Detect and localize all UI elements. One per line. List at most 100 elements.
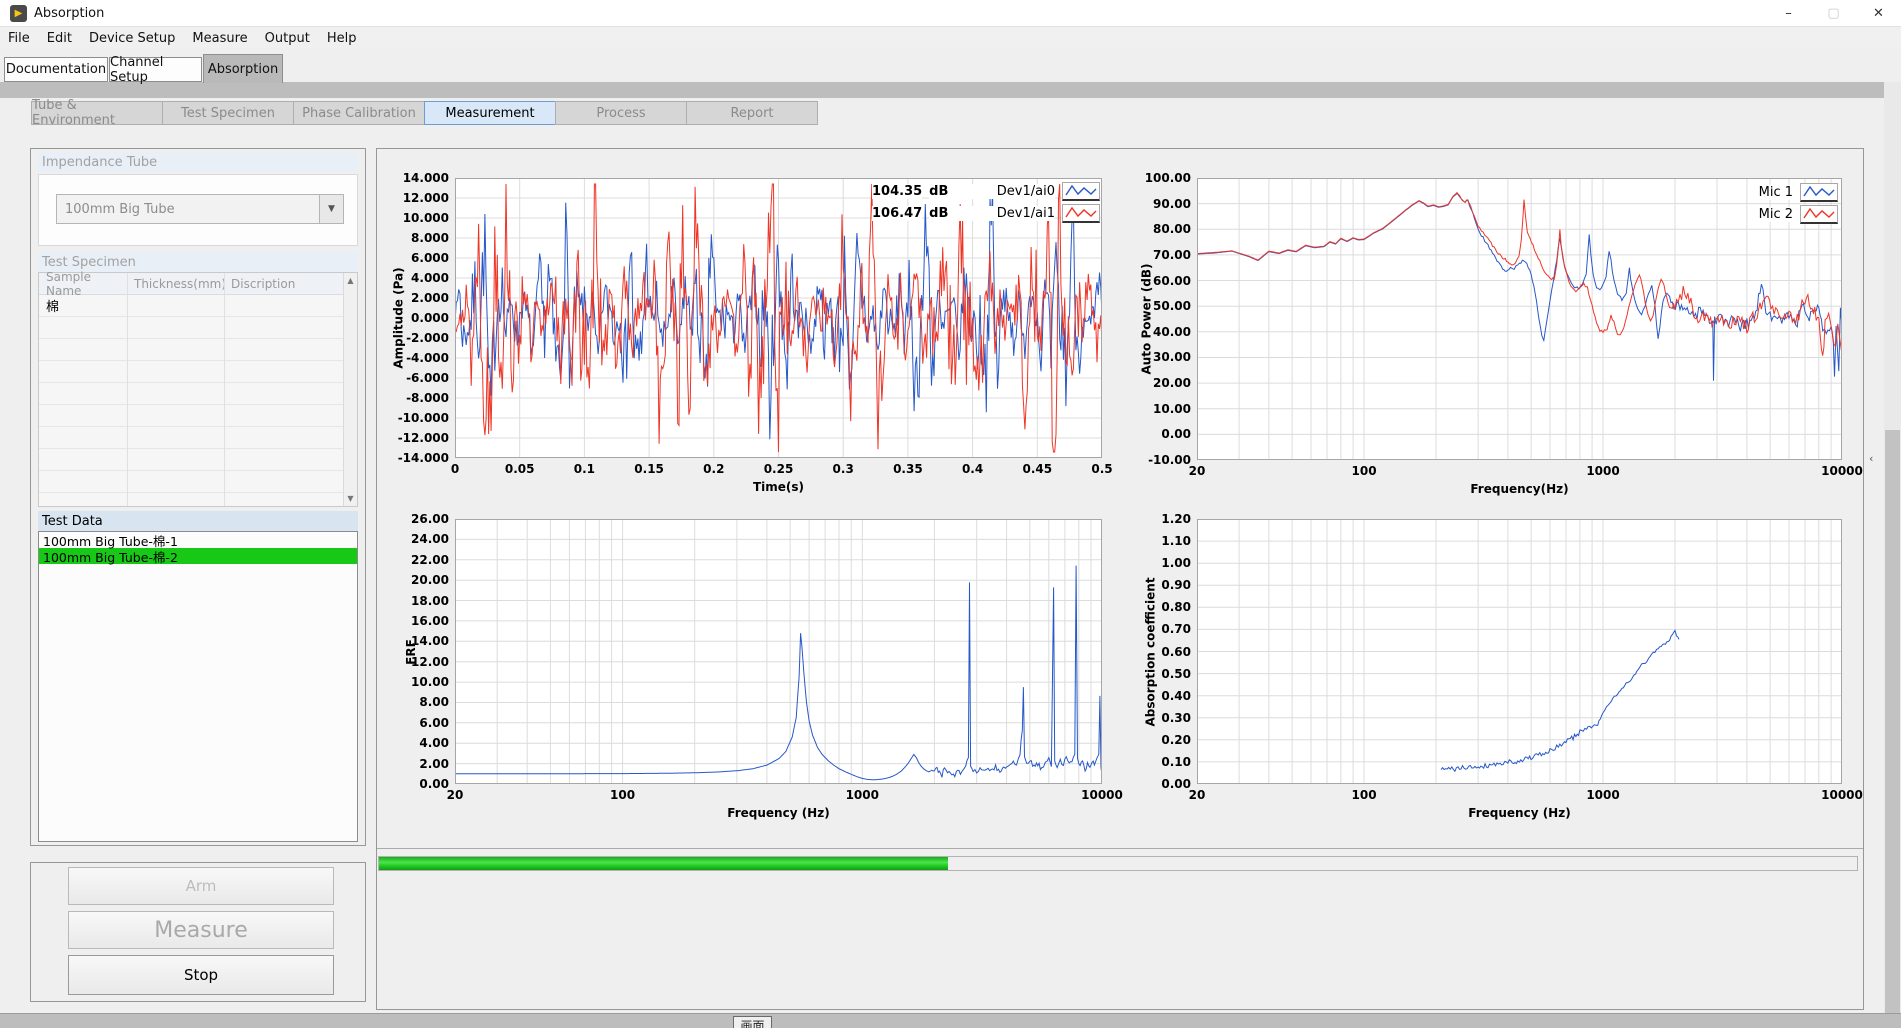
y-tick-label: 10.000	[383, 211, 449, 225]
x-tick-label: 100	[1332, 464, 1396, 478]
subtab-report[interactable]: Report	[686, 101, 818, 125]
absorption-coefficient-chart: Frequency (Hz) Absorption coefficient 1.…	[1197, 519, 1842, 784]
subtab-test-specimen[interactable]: Test Specimen	[162, 101, 294, 125]
legend-dev1-ai0: Dev1/ai0	[948, 184, 1055, 199]
y-tick-label: 8.00	[383, 695, 449, 709]
column-thickness: Thickness(mm)	[127, 273, 224, 294]
table-row[interactable]	[39, 383, 343, 405]
cell-thickness	[127, 295, 224, 316]
measure-button[interactable]: Measure	[68, 911, 334, 949]
legend-mic-2: Mic 2	[1748, 207, 1793, 222]
y-tick-label: 18.00	[383, 594, 449, 608]
subtab-tube-environment[interactable]: Tube & Environment	[31, 101, 163, 125]
x-tick-label: 0.15	[617, 462, 681, 476]
y-tick-label: 4.00	[383, 736, 449, 750]
dev1-ai0-plot-icon[interactable]	[1062, 182, 1100, 201]
tab-documentation[interactable]: Documentation	[4, 57, 108, 82]
table-row[interactable]	[39, 339, 343, 361]
x-tick-label: 20	[423, 788, 487, 802]
y-tick-label: 4.000	[383, 271, 449, 285]
impedance-tube-dropdown[interactable]: 100mm Big Tube ▼	[56, 194, 344, 224]
close-button[interactable]: ✕	[1856, 0, 1901, 27]
y-tick-label: 0.30	[1125, 711, 1191, 725]
y-tick-label: 6.000	[383, 251, 449, 265]
x-tick-label: 0.2	[682, 462, 746, 476]
cell-sample-name: 棉	[39, 295, 127, 316]
menu-device-setup[interactable]: Device Setup	[89, 31, 175, 46]
subtab-phase-calibration[interactable]: Phase Calibration	[293, 101, 425, 125]
y-tick-label: 24.00	[383, 532, 449, 546]
menu-measure[interactable]: Measure	[192, 31, 247, 46]
x-tick-label: 20	[1165, 788, 1229, 802]
test-specimen-table[interactable]: Sample Name Thickness(mm) Discription 棉 …	[38, 272, 358, 507]
x-tick-label: 0.25	[747, 462, 811, 476]
y-tick-label: 100.00	[1125, 171, 1191, 185]
scroll-down-icon[interactable]: ▼	[344, 494, 357, 503]
y-tick-label: 80.00	[1125, 222, 1191, 236]
bottom-screen-tab[interactable]: 画面	[733, 1016, 772, 1028]
menu-file[interactable]: File	[8, 31, 30, 46]
impedance-tube-header: Impendance Tube	[38, 152, 358, 172]
time-x-axis-label: Time(s)	[455, 480, 1102, 494]
table-row[interactable]	[39, 317, 343, 339]
subtab-process[interactable]: Process	[555, 101, 687, 125]
collapse-panel-icon[interactable]: ‹	[1869, 452, 1873, 465]
y-tick-label: 0.90	[1125, 578, 1191, 592]
auto-power-plot	[1197, 178, 1842, 460]
dropdown-arrow-icon[interactable]: ▼	[319, 195, 343, 223]
menu-help[interactable]: Help	[327, 31, 357, 46]
y-tick-label: 20.00	[383, 573, 449, 587]
table-scrollbar[interactable]: ▲ ▼	[343, 273, 357, 506]
scroll-up-icon[interactable]: ▲	[344, 276, 357, 285]
app-icon: ▶	[10, 5, 27, 22]
y-tick-label: 0.10	[1125, 755, 1191, 769]
mic-1-plot-icon[interactable]	[1800, 183, 1838, 202]
tab-absorption[interactable]: Absorption	[203, 54, 283, 83]
subtab-measurement[interactable]: Measurement	[424, 101, 556, 125]
tab-channel-setup[interactable]: Channel Setup	[109, 57, 202, 82]
y-tick-label: -2.000	[383, 331, 449, 345]
cell-discription	[224, 295, 343, 316]
table-row[interactable]: 棉	[39, 295, 343, 317]
table-row[interactable]	[39, 471, 343, 493]
y-tick-label: 30.00	[1125, 350, 1191, 364]
y-tick-label: 2.000	[383, 291, 449, 305]
y-tick-label: 2.00	[383, 757, 449, 771]
y-tick-label: 8.000	[383, 231, 449, 245]
auto-power-chart: Frequency(Hz) Auto Power (dB) 100.0090.0…	[1197, 178, 1842, 460]
y-tick-label: 0.000	[383, 311, 449, 325]
progress-bar-fill	[379, 857, 948, 870]
y-tick-label: 12.00	[383, 655, 449, 669]
table-row[interactable]	[39, 361, 343, 383]
table-row[interactable]	[39, 405, 343, 427]
x-tick-label: 1000	[1571, 464, 1635, 478]
x-tick-label: 1000	[1571, 788, 1635, 802]
window-scrollbar[interactable]	[1884, 82, 1901, 1013]
menu-output[interactable]: Output	[265, 31, 310, 46]
y-tick-label: 14.000	[383, 171, 449, 185]
main-tab-strip	[0, 56, 1901, 82]
y-tick-label: 90.00	[1125, 197, 1191, 211]
window-title: Absorption	[34, 6, 104, 21]
maximize-button[interactable]: ▢	[1811, 0, 1856, 27]
y-tick-label: 26.00	[383, 512, 449, 526]
panel-divider	[377, 848, 1863, 849]
arm-button[interactable]: Arm	[68, 867, 334, 905]
auto-power-x-axis-label: Frequency(Hz)	[1197, 482, 1842, 496]
progress-bar	[378, 856, 1858, 871]
minimize-button[interactable]: –	[1766, 0, 1811, 27]
scrollbar-thumb[interactable]	[1885, 430, 1900, 1013]
time-chart-legend: 104.35 dB Dev1/ai0 106.47 dB Dev1/ai1	[872, 180, 1100, 224]
table-row[interactable]	[39, 449, 343, 471]
test-data-item-selected[interactable]: 100mm Big Tube-棉-2	[39, 548, 357, 564]
menu-edit[interactable]: Edit	[47, 31, 72, 46]
x-tick-label: 1000	[830, 788, 894, 802]
menu-bar: File Edit Device Setup Measure Output He…	[0, 28, 1901, 48]
x-tick-label: 0	[423, 462, 487, 476]
table-row[interactable]	[39, 427, 343, 449]
ai0-level-readout: 104.35	[872, 184, 922, 199]
stop-button[interactable]: Stop	[68, 955, 334, 995]
y-tick-label: 0.60	[1125, 645, 1191, 659]
dev1-ai1-plot-icon[interactable]	[1062, 204, 1100, 223]
mic-2-plot-icon[interactable]	[1800, 205, 1838, 224]
